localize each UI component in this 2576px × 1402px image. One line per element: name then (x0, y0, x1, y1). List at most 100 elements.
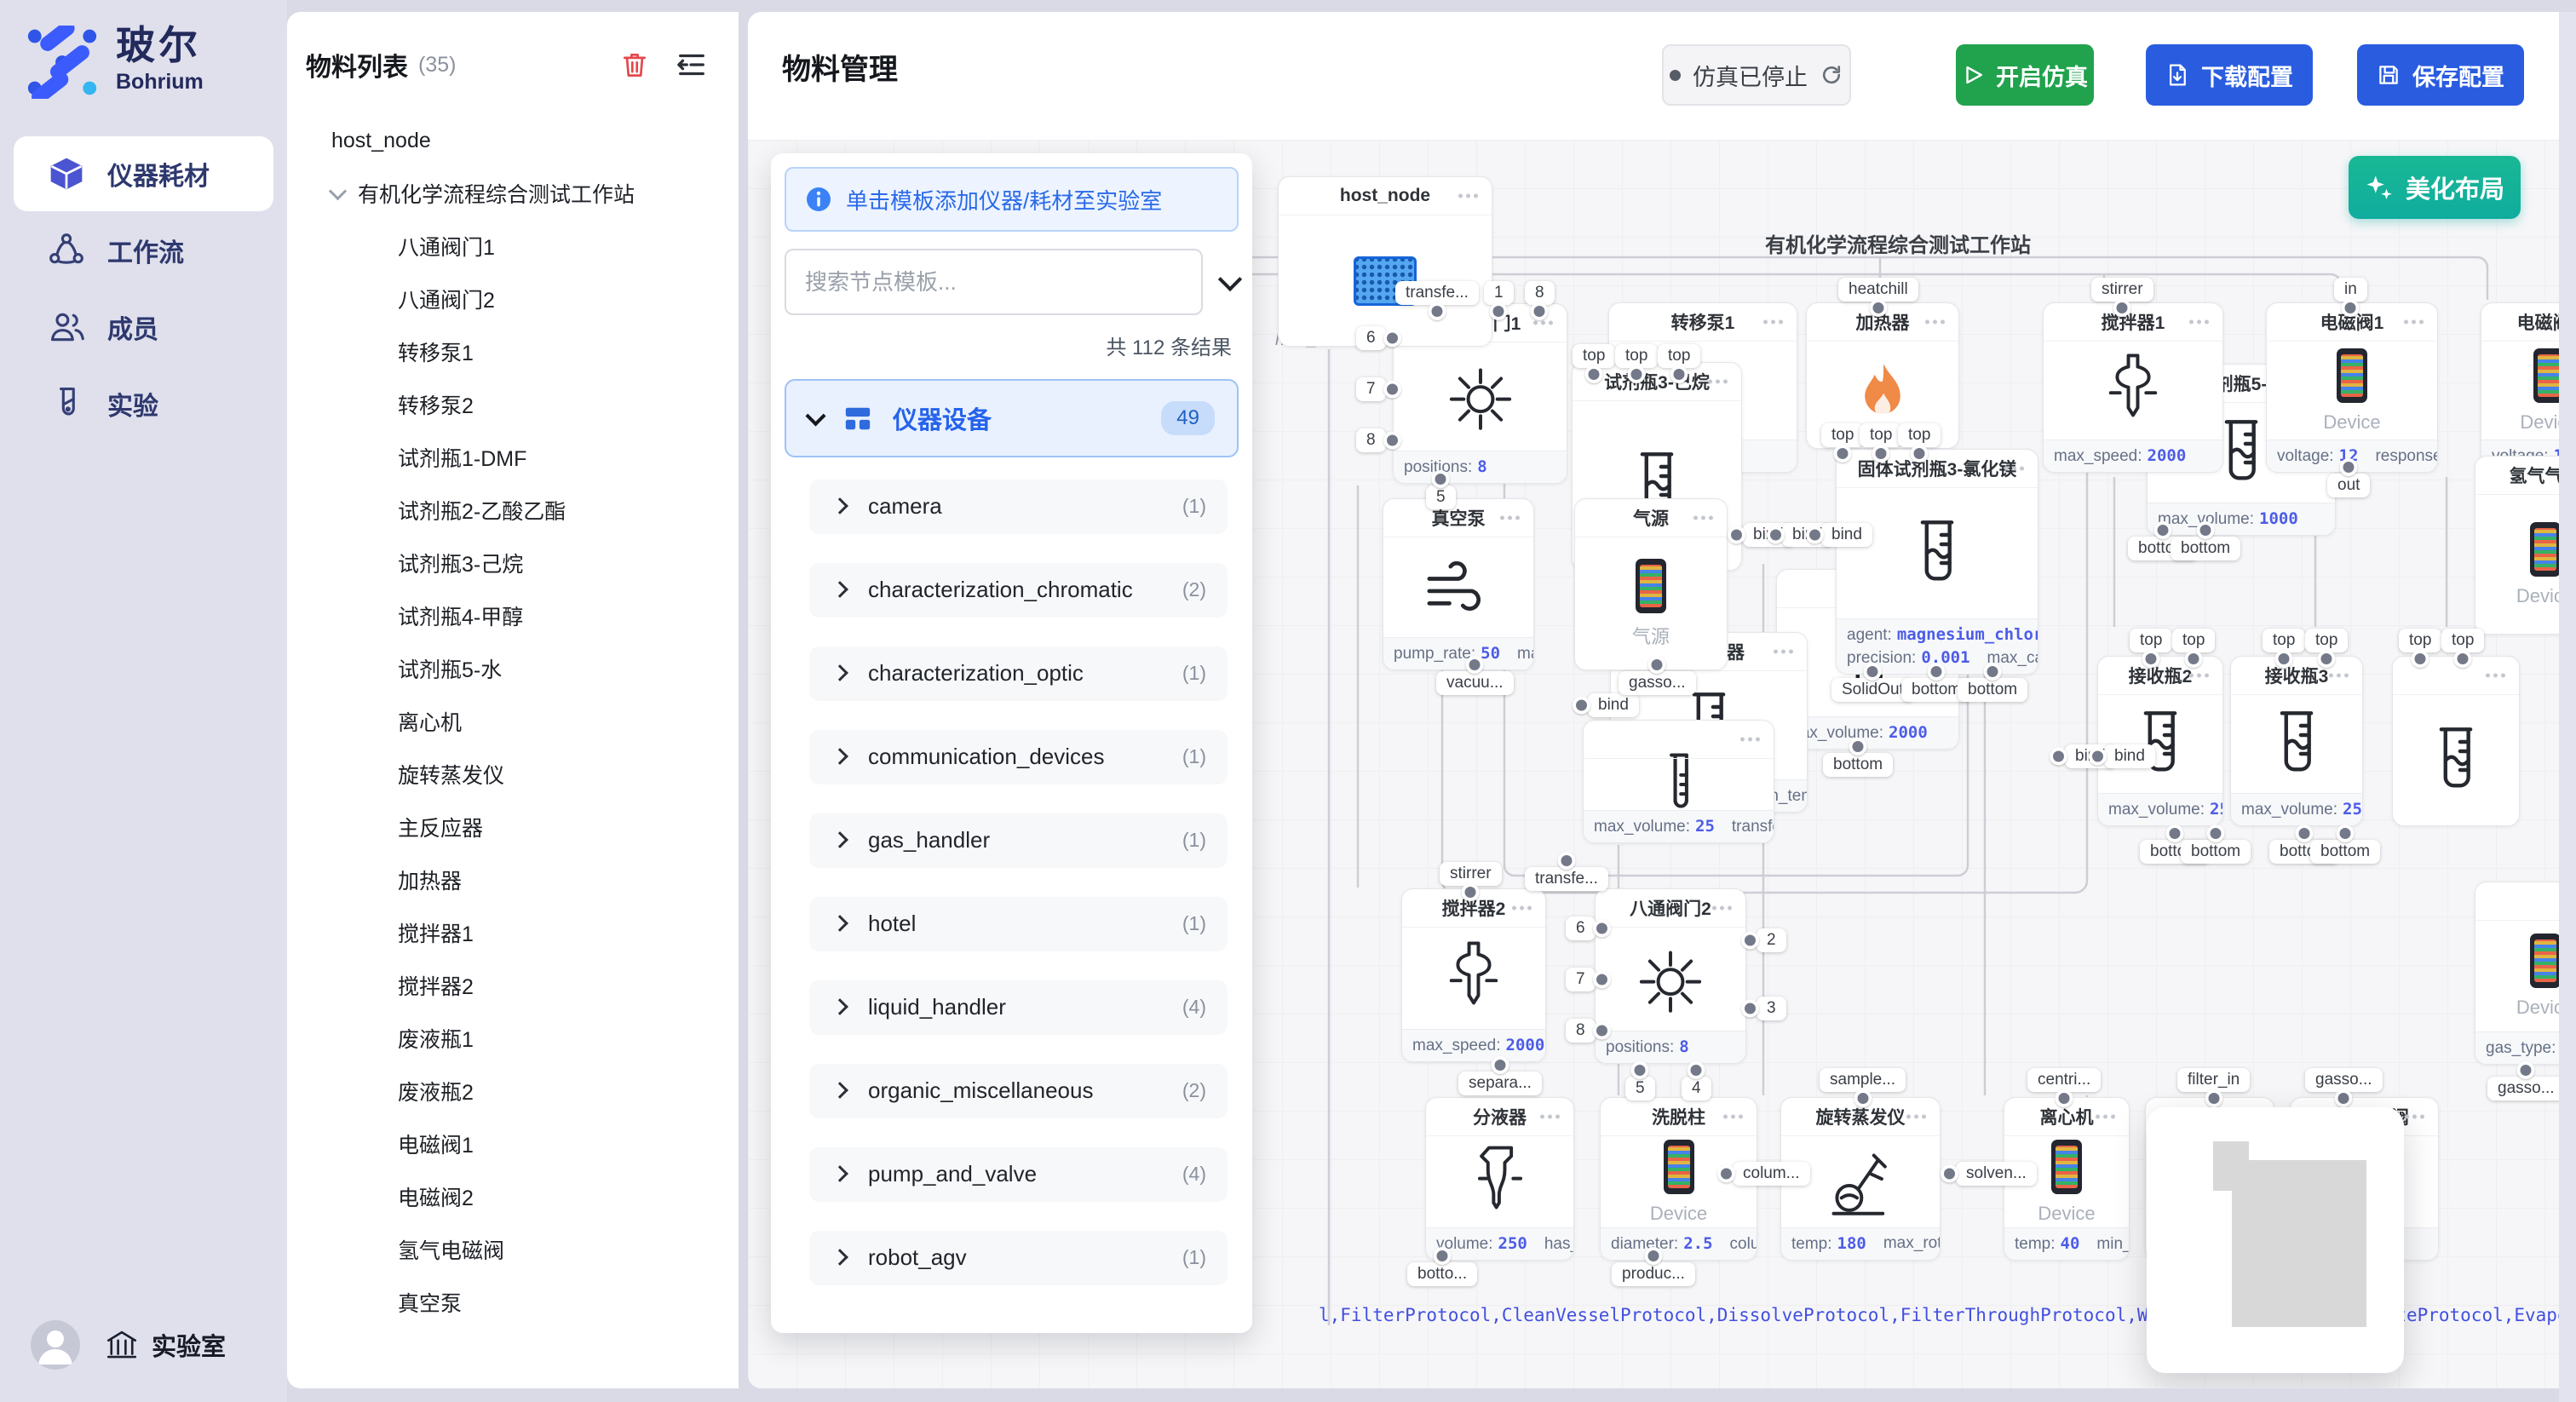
template-category-item[interactable]: pump_and_valve(4) (810, 1147, 1227, 1200)
collapse-all-icon[interactable] (1218, 267, 1242, 291)
port-handle[interactable] (1628, 365, 1646, 383)
tree-item[interactable]: 废液瓶1 (331, 1012, 730, 1065)
tree-item[interactable]: 真空泵 (331, 1276, 730, 1329)
node-menu-icon[interactable] (1708, 380, 1712, 384)
port-handle[interactable] (1428, 302, 1446, 320)
canvas-node[interactable]: 接收瓶2max_volume:250 (2097, 656, 2223, 826)
port-handle[interactable] (1593, 920, 1611, 938)
category-instrument-devices[interactable]: 仪器设备 49 (785, 379, 1239, 457)
canvas-node[interactable]: 固体试剂瓶3-氯化镁agent:magnesium_chloridephyspr… (1836, 449, 2038, 675)
tree-item[interactable]: 转移泵1 (331, 325, 730, 378)
port-handle[interactable] (1490, 302, 1508, 320)
port-handle[interactable] (2517, 1061, 2535, 1079)
port-handle[interactable] (1648, 656, 1666, 674)
node-menu-icon[interactable] (2405, 1115, 2409, 1119)
port-handle[interactable] (1806, 526, 1824, 544)
node-menu-icon[interactable] (1906, 1115, 1911, 1119)
sidebar-item-2[interactable]: 工作流 (14, 213, 273, 288)
port-handle[interactable] (2340, 458, 2358, 476)
port-handle[interactable] (2142, 650, 2160, 668)
port-handle[interactable] (1670, 365, 1688, 383)
port-handle[interactable] (1767, 526, 1785, 544)
template-category-item[interactable]: robot_agv(1) (810, 1231, 1227, 1284)
sidebar-item-3[interactable]: 成员 (14, 290, 273, 365)
port-handle[interactable] (1741, 932, 1759, 950)
port-handle[interactable] (1741, 1000, 1759, 1018)
tree-item[interactable]: 电磁阀2 (331, 1170, 730, 1223)
port-handle[interactable] (1432, 470, 1450, 488)
port-handle[interactable] (2296, 825, 2314, 842)
node-menu-icon[interactable] (2189, 320, 2194, 325)
canvas-node[interactable]: 真空泵pump_rate:50max_vacuum:0.1 (1383, 498, 1534, 670)
port-handle[interactable] (1872, 445, 1890, 463)
port-handle[interactable] (1911, 445, 1929, 463)
tree-item[interactable]: 搅拌器1 (331, 906, 730, 959)
port-handle[interactable] (1383, 432, 1401, 450)
template-category-item[interactable]: camera(1) (810, 480, 1227, 532)
tree-item[interactable]: 八通阀门2 (331, 273, 730, 325)
sidebar-item-1[interactable]: 仪器耗材 (14, 136, 273, 211)
port-handle[interactable] (1434, 1247, 1452, 1265)
tree-item[interactable]: 主反应器 (331, 801, 730, 853)
template-category-item[interactable]: communication_devices(1) (810, 730, 1227, 783)
port-handle[interactable] (1383, 330, 1401, 348)
port-handle[interactable] (1717, 1165, 1735, 1183)
port-handle[interactable] (1593, 971, 1611, 989)
refresh-icon[interactable] (1820, 63, 1843, 87)
tree-item[interactable]: 旋转蒸发仪 (331, 748, 730, 801)
port-handle[interactable] (1834, 445, 1852, 463)
port-handle[interactable] (2207, 825, 2225, 842)
tree-item[interactable]: 电磁阀1 (331, 1118, 730, 1170)
port-handle[interactable] (2454, 650, 2472, 668)
port-handle[interactable] (1941, 1165, 1958, 1183)
canvas-node[interactable]: host_node (1278, 176, 1492, 347)
tree-item[interactable]: 搅拌器2 (331, 959, 730, 1012)
port-handle[interactable] (2275, 650, 2293, 668)
port-handle[interactable] (2337, 825, 2355, 842)
port-handle[interactable] (1849, 738, 1867, 756)
node-menu-icon[interactable] (1925, 320, 1929, 325)
tree-item[interactable]: 试剂瓶5-水 (331, 642, 730, 695)
canvas-node[interactable]: max_volume:25transfer_rate:10 (1583, 720, 1774, 843)
port-handle[interactable] (2056, 1089, 2073, 1107)
vertical-scrollbar[interactable] (2559, 12, 2576, 1402)
canvas-node[interactable] (2392, 656, 2520, 826)
tree-item[interactable]: 试剂瓶4-甲醇 (331, 589, 730, 642)
canvas-node[interactable]: 分液器volume:250has_phases:true (1425, 1097, 1574, 1261)
port-handle[interactable] (1864, 663, 1882, 681)
tree-item[interactable]: 加热器 (331, 853, 730, 906)
port-handle[interactable] (2412, 650, 2429, 668)
port-handle[interactable] (1854, 1089, 1872, 1107)
node-menu-icon[interactable] (2486, 674, 2490, 678)
port-handle[interactable] (1728, 526, 1745, 544)
delete-icon[interactable] (619, 49, 650, 80)
node-menu-icon[interactable] (2189, 674, 2194, 678)
port-handle[interactable] (2166, 825, 2184, 842)
node-menu-icon[interactable] (1540, 1115, 1544, 1119)
node-menu-icon[interactable] (1740, 738, 1745, 742)
node-menu-icon[interactable] (1763, 320, 1768, 325)
port-handle[interactable] (2342, 299, 2360, 317)
download-config-button[interactable]: 下载配置 (2146, 44, 2313, 106)
collapse-panel-icon[interactable] (676, 49, 708, 81)
node-menu-icon[interactable] (1500, 516, 1504, 520)
save-config-button[interactable]: 保存配置 (2357, 44, 2524, 106)
template-category-item[interactable]: characterization_chromatic(2) (810, 563, 1227, 616)
chevron-down-icon[interactable] (329, 182, 347, 200)
port-handle[interactable] (1573, 697, 1590, 715)
port-handle[interactable] (2050, 748, 2067, 766)
port-handle[interactable] (1984, 663, 2002, 681)
port-handle[interactable] (2318, 650, 2336, 668)
tree-item[interactable]: 离心机 (331, 695, 730, 748)
start-simulation-button[interactable]: 开启仿真 (1956, 44, 2094, 106)
tree-item[interactable]: 废液瓶2 (331, 1065, 730, 1118)
node-menu-icon[interactable] (2004, 467, 2009, 471)
port-handle[interactable] (1644, 1247, 1662, 1265)
simulation-status-pill[interactable]: 仿真已停止 (1662, 44, 1851, 106)
port-handle[interactable] (2154, 521, 2172, 539)
canvas-node[interactable]: 搅拌器2max_speed:2000 (1401, 888, 1546, 1062)
node-menu-icon[interactable] (1712, 906, 1716, 911)
port-handle[interactable] (1631, 1061, 1649, 1079)
sidebar-item-4[interactable]: 实验 (14, 366, 273, 441)
port-handle[interactable] (2335, 1089, 2353, 1107)
